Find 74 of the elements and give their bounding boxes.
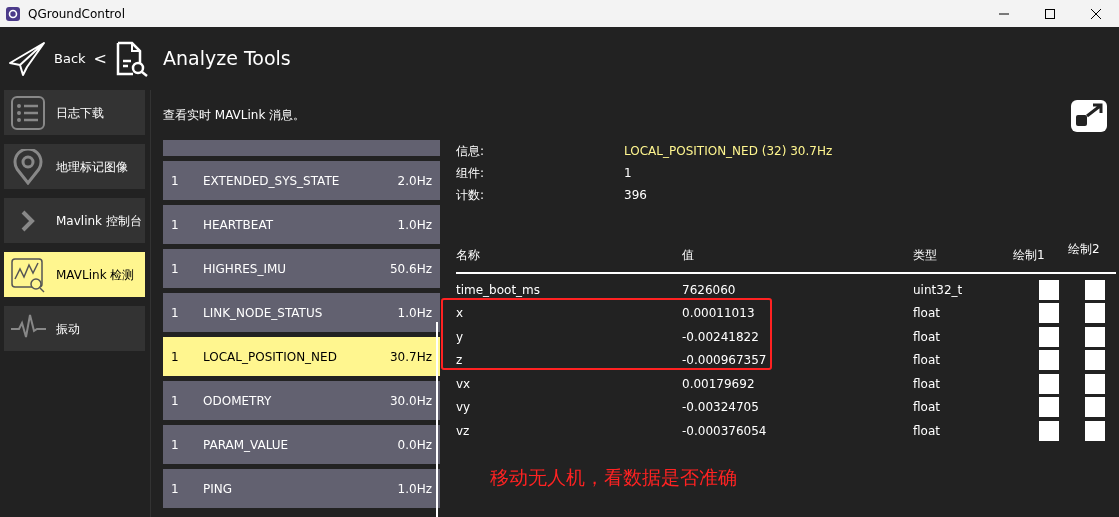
description-text: 查看实时 MAVLink 消息。 bbox=[163, 108, 306, 122]
annotation-text: 移动无人机，看数据是否准确 bbox=[490, 465, 737, 488]
close-icon bbox=[1091, 8, 1101, 19]
checkbox[interactable] bbox=[1039, 303, 1059, 324]
checkbox[interactable] bbox=[1039, 373, 1059, 394]
checkbox[interactable] bbox=[1085, 279, 1105, 300]
paper-plane-icon[interactable] bbox=[8, 40, 46, 77]
info-value: 1 bbox=[624, 165, 633, 182]
message-row[interactable]: 1 ODOMETRY 30.0Hz bbox=[163, 381, 440, 420]
message-row[interactable]: 1 LINK_NODE_STATUS 1.0Hz bbox=[163, 293, 440, 332]
table-cell-text: float bbox=[913, 422, 941, 440]
document-search-icon bbox=[114, 40, 149, 77]
breadcrumb-separator: < bbox=[93, 47, 107, 70]
sidebar-item[interactable]: 日志下载 bbox=[4, 90, 145, 135]
info-label: 计数: bbox=[456, 187, 486, 204]
table-cell-text: float bbox=[913, 399, 941, 417]
message-row[interactable]: 1 PARAM_VALUE 0.0Hz bbox=[163, 425, 440, 464]
table-cell-text: x bbox=[456, 305, 465, 323]
column-header: 名称 bbox=[456, 247, 481, 264]
message-row[interactable]: 1 HIGHRES_IMU 50.6Hz bbox=[163, 249, 440, 288]
table-cell-text: float bbox=[913, 375, 941, 393]
table-cell-text: time_boot_ms bbox=[456, 281, 542, 299]
table-cell-text: z bbox=[456, 352, 464, 370]
checkbox[interactable] bbox=[1039, 279, 1059, 300]
table-cell-text: vy bbox=[456, 399, 472, 417]
popout-icon[interactable] bbox=[1071, 100, 1107, 132]
table-cell-text: float bbox=[913, 328, 941, 346]
message-row[interactable]: 1 PING 1.0Hz bbox=[163, 469, 440, 508]
table-cell-text: 0.00179692 bbox=[682, 375, 756, 393]
chart-search-icon bbox=[10, 256, 46, 293]
checkbox[interactable] bbox=[1039, 326, 1059, 347]
info-label: 组件: bbox=[456, 165, 486, 182]
app-icon bbox=[6, 6, 20, 21]
back-link[interactable]: Back bbox=[54, 48, 86, 69]
info-label: 信息: bbox=[456, 143, 486, 160]
message-row[interactable]: 1 HEARTBEAT 1.0Hz bbox=[163, 205, 440, 244]
table-cell-text: y bbox=[456, 328, 465, 346]
table-cell-text: 0.00011013 bbox=[682, 305, 756, 323]
list-icon bbox=[10, 94, 46, 131]
checkbox[interactable] bbox=[1085, 350, 1105, 371]
sidebar-item[interactable]: Mavlink 控制台 bbox=[4, 198, 145, 243]
table-cell-text: -0.000376054 bbox=[682, 422, 768, 440]
info-value: 396 bbox=[624, 187, 648, 204]
table-cell-text: vz bbox=[456, 422, 471, 440]
checkbox[interactable] bbox=[1039, 350, 1059, 371]
table-cell-text: 7626060 bbox=[682, 281, 737, 299]
info-value: LOCAL_POSITION_NED (32) 30.7Hz bbox=[624, 143, 834, 160]
checkbox[interactable] bbox=[1039, 420, 1059, 441]
maximize-icon bbox=[1045, 8, 1055, 19]
column-header: 绘制2 bbox=[1068, 241, 1101, 258]
checkbox[interactable] bbox=[1039, 397, 1059, 418]
checkbox[interactable] bbox=[1085, 303, 1105, 324]
column-header: 值 bbox=[682, 247, 695, 264]
message-row[interactable]: 1 EXTENDED_SYS_STATE 2.0Hz bbox=[163, 161, 440, 200]
table-cell-text: -0.00241822 bbox=[682, 328, 760, 346]
sidebar-item[interactable]: 地理标记图像 bbox=[4, 144, 145, 189]
table-cell-text: -0.000967357 bbox=[682, 352, 768, 370]
table-cell-text: -0.00324705 bbox=[682, 399, 760, 417]
sidebar-item[interactable]: MAVLink 检测 bbox=[4, 252, 145, 297]
column-header: 绘制1 bbox=[1013, 247, 1046, 264]
page-title: Analyze Tools bbox=[162, 46, 291, 72]
table-cell-text: vx bbox=[456, 375, 472, 393]
table-cell-text: float bbox=[913, 352, 941, 370]
checkbox[interactable] bbox=[1085, 326, 1105, 347]
checkbox[interactable] bbox=[1085, 420, 1105, 441]
table-cell-text: float bbox=[913, 305, 941, 323]
column-header: 类型 bbox=[913, 247, 938, 264]
checkbox[interactable] bbox=[1085, 373, 1105, 394]
checkbox[interactable] bbox=[1085, 397, 1105, 418]
message-row[interactable]: 1 LOCAL_POSITION_NED 30.7Hz bbox=[163, 337, 440, 376]
scrollbar[interactable] bbox=[436, 322, 438, 517]
window-title: QGroundControl bbox=[28, 5, 125, 23]
sidebar-item[interactable]: 振动 bbox=[4, 306, 145, 351]
table-cell-text: uint32_t bbox=[913, 281, 964, 299]
